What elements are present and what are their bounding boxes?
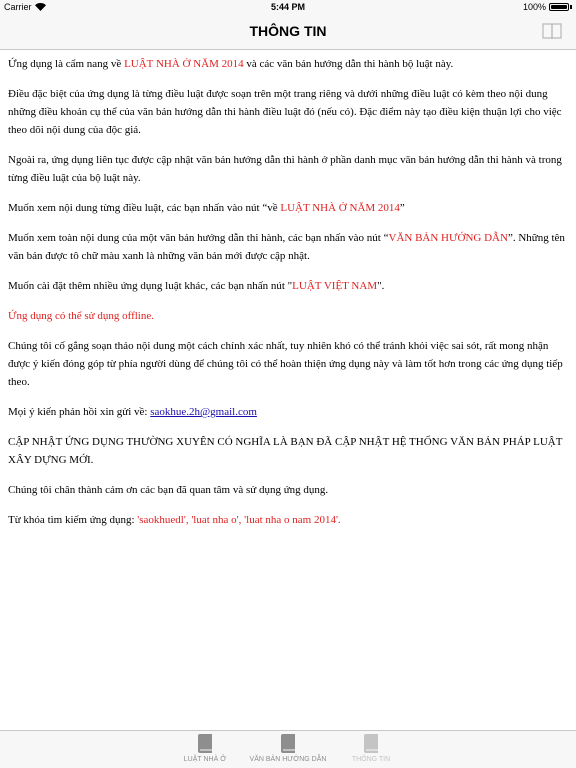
law-name-highlight: LUẬT NHÀ Ở NĂM 2014	[124, 58, 244, 70]
battery-percent: 100%	[522, 2, 546, 12]
status-bar: Carrier 5:44 PM 100%	[0, 0, 576, 14]
info-content: Ứng dụng là cẩm nang về LUẬT NHÀ Ở NĂM 2…	[8, 55, 568, 541]
paragraph-install-more: Muốn cài đặt thêm nhiều ứng dụng luật kh…	[8, 280, 385, 292]
paragraph-feedback-request: Chúng tôi cố gắng soạn thảo nội dung một…	[8, 340, 563, 388]
paragraph-view-guide: Muốn xem toàn nội dung của một văn bản h…	[8, 232, 565, 262]
battery-icon	[549, 3, 569, 11]
keywords-highlight: 'saokhuedl', 'luat nha o', 'luat nha o n…	[137, 514, 341, 526]
paragraph-intro: Ứng dụng là cẩm nang về LUẬT NHÀ Ở NĂM 2…	[8, 58, 454, 70]
battery-tip	[570, 5, 572, 9]
paragraph-offline: Ứng dụng có thể sử dụng offline.	[8, 310, 154, 322]
paragraph-view-law: Muốn xem nội dung từng điều luật, các bạ…	[8, 202, 405, 214]
battery-fill	[551, 5, 567, 9]
guide-name-highlight: VĂN BẢN HƯỚNG DẪN	[388, 232, 508, 244]
book-icon	[198, 734, 212, 753]
tab-bar: LUẬT NHÀ Ở VĂN BẢN HƯỚNG DẪN THÔNG TIN	[0, 730, 576, 768]
tab-label: THÔNG TIN	[351, 756, 391, 763]
tab-luat-nha-o[interactable]: LUẬT NHÀ Ở	[160, 733, 250, 763]
page-title: THÔNG TIN	[249, 23, 327, 39]
book-icon[interactable]	[542, 21, 562, 41]
paragraph-keywords: Từ khóa tìm kiếm ứng dụng: 'saokhuedl', …	[8, 514, 341, 526]
email-link[interactable]: saokhue.2h@gmail.com	[150, 406, 257, 418]
book-icon	[364, 734, 378, 753]
paragraph-thanks: Chúng tôi chân thành cảm ơn các bạn đã q…	[8, 484, 329, 496]
tab-label: LUẬT NHÀ Ở	[183, 756, 227, 763]
tab-label: VĂN BẢN HƯỚNG DẪN	[249, 756, 327, 763]
tab-van-ban-huong-dan[interactable]: VĂN BẢN HƯỚNG DẪN	[243, 733, 333, 763]
status-time: 5:44 PM	[270, 2, 305, 12]
tab-thong-tin[interactable]: THÔNG TIN	[326, 733, 416, 763]
vietnam-law-highlight: LUẬT VIỆT NAM	[292, 280, 378, 292]
paragraph-contact: Mọi ý kiến phản hồi xin gửi về: saokhue.…	[8, 406, 257, 418]
paragraph-feature: Điều đặc biệt của ứng dụng là từng điều …	[8, 88, 562, 136]
nav-bar: THÔNG TIN	[0, 14, 576, 50]
paragraph-updates: Ngoài ra, ứng dụng liên tục được cập nhậ…	[8, 154, 562, 184]
paragraph-update-notice: CẬP NHẬT ỨNG DỤNG THƯỜNG XUYÊN CÓ NGHĨA …	[8, 436, 563, 466]
book-icon	[281, 734, 295, 753]
law-name-highlight: LUẬT NHÀ Ở NĂM 2014	[280, 202, 400, 214]
status-right: 100%	[523, 2, 572, 12]
